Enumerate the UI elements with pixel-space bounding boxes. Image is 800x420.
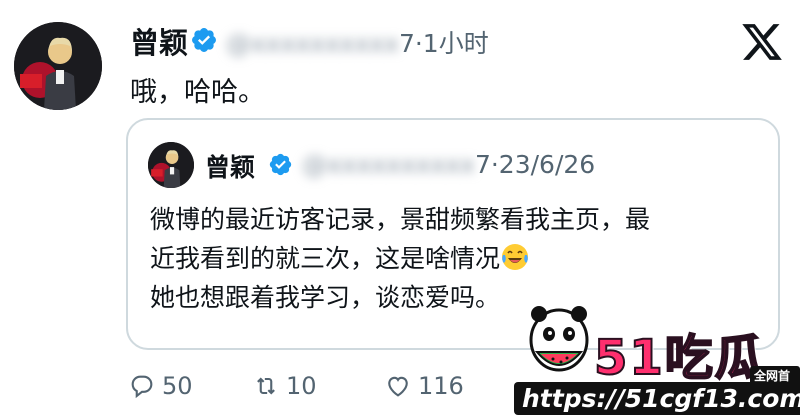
quoted-author-handle: @xxxxxxxxxx7·23/6/26 [302,150,595,179]
quoted-text-line: 她也想跟着我学习，谈恋爱吗。 [150,283,501,312]
quoted-tweet-date: ·23/6/26 [490,150,596,179]
verified-badge-icon [192,28,216,52]
watermark-mascot-icon [529,306,589,372]
avatar-photo [148,142,194,188]
retweet-count: 10 [286,372,317,400]
author-handle[interactable]: @xxxxxxxxxx7·1小时 [226,24,489,60]
blurred-handle: @xxxxxxxxxx [302,150,475,179]
quoted-text-line: 近我看到的就三次，这是啥情况 [150,239,765,278]
handle-tail: 7 [398,29,415,58]
author-avatar[interactable] [14,22,102,110]
retweet-icon [257,377,275,395]
reply-count: 50 [162,372,193,400]
quoted-author-avatar [148,142,194,188]
tweet-text: 哦，哈哈。 [130,77,265,108]
watermark-logo: 51吃瓜 [593,329,765,387]
quoted-text-line-content: 近我看到的就三次，这是啥情况 [150,244,501,273]
like-count: 116 [418,372,464,400]
avatar-photo [14,22,102,110]
laughing-tears-emoji-icon [502,244,529,270]
retweet-button[interactable]: 10 [252,368,317,404]
blurred-handle: @xxxxxxxxxx [226,29,399,58]
x-logo-icon[interactable] [740,20,784,64]
watermark-url: https://51cgf13.com [514,382,800,415]
quoted-tweet-text: 微博的最近访客记录，景甜频繁看我主页，最 近我看到的就三次，这是啥情况 她也想跟… [150,200,765,317]
handle-tail: 7 [474,150,491,179]
like-button[interactable]: 116 [384,368,464,404]
like-icon [388,376,408,397]
reply-icon [131,375,153,399]
verified-badge-icon [269,153,292,176]
author-name[interactable]: 曾颖 [130,20,188,62]
tweet-time[interactable]: ·1小时 [415,29,489,58]
reply-button[interactable]: 50 [128,368,193,404]
quoted-text-line: 微博的最近访客记录，景甜频繁看我主页，最 [150,205,651,234]
quoted-author-name: 曾颖 [205,153,256,182]
